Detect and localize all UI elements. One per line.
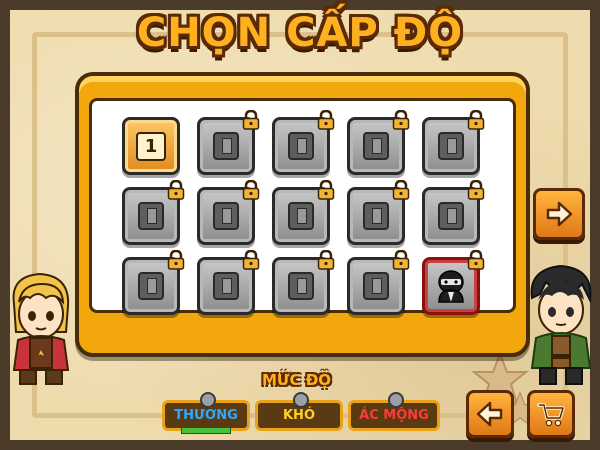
padlock-icon bbox=[317, 249, 335, 270]
level-tile-10[interactable] bbox=[422, 179, 485, 245]
padlock-icon bbox=[167, 249, 185, 270]
difficulty-normal-label: THƯỜNG bbox=[174, 408, 238, 423]
next-page-button[interactable] bbox=[533, 188, 585, 240]
shop-button[interactable] bbox=[527, 390, 575, 438]
locked-plate-icon bbox=[213, 202, 239, 230]
knob-icon bbox=[388, 392, 404, 408]
difficulty-hard-label: KHÓ bbox=[282, 408, 315, 423]
level-tile-9[interactable] bbox=[347, 179, 410, 245]
padlock-icon bbox=[392, 109, 410, 130]
locked-plate-icon bbox=[138, 202, 164, 230]
level-number-label: 1 bbox=[136, 131, 166, 161]
locked-plate-icon bbox=[288, 272, 314, 300]
locked-plate-icon bbox=[363, 272, 389, 300]
level-tile-boss[interactable] bbox=[422, 249, 485, 315]
knob-icon bbox=[200, 392, 216, 408]
level-tile-6[interactable] bbox=[122, 179, 185, 245]
difficulty-nightmare-button[interactable]: ÁC MỘNG bbox=[348, 392, 440, 431]
selected-indicator bbox=[181, 427, 231, 434]
locked-plate-icon bbox=[363, 202, 389, 230]
padlock-icon bbox=[392, 179, 410, 200]
padlock-icon bbox=[167, 179, 185, 200]
level-tile-4[interactable] bbox=[347, 109, 410, 175]
character-girl bbox=[12, 272, 70, 385]
locked-plate-icon bbox=[288, 132, 314, 160]
locked-plate-icon bbox=[438, 202, 464, 230]
arrow-right-icon bbox=[546, 201, 573, 227]
level-tile-1[interactable]: 1 bbox=[122, 117, 180, 175]
level-tile-3[interactable] bbox=[272, 109, 335, 175]
knob-icon bbox=[293, 392, 309, 408]
difficulty-label: MỨC ĐỘ bbox=[262, 371, 332, 389]
page-title: CHỌN CẤP ĐỘ bbox=[136, 10, 464, 56]
level-board: 1 bbox=[75, 72, 530, 357]
level-tile-7[interactable] bbox=[197, 179, 260, 245]
padlock-icon bbox=[242, 109, 260, 130]
padlock-icon bbox=[467, 249, 485, 270]
level-tile-13[interactable] bbox=[272, 249, 335, 315]
padlock-icon bbox=[242, 179, 260, 200]
locked-plate-icon bbox=[213, 272, 239, 300]
boss-ninja-icon bbox=[433, 268, 469, 304]
arrow-left-icon bbox=[476, 401, 503, 427]
difficulty-nightmare-label: ÁC MỘNG bbox=[359, 408, 429, 423]
locked-plate-icon bbox=[213, 132, 239, 160]
padlock-icon bbox=[467, 109, 485, 130]
level-tile-14[interactable] bbox=[347, 249, 410, 315]
padlock-icon bbox=[317, 179, 335, 200]
locked-plate-icon bbox=[363, 132, 389, 160]
level-tile-2[interactable] bbox=[197, 109, 260, 175]
level-tile-11[interactable] bbox=[122, 249, 185, 315]
level-number: 1 bbox=[125, 120, 177, 172]
locked-plate-icon bbox=[438, 132, 464, 160]
character-boy bbox=[530, 264, 592, 385]
padlock-icon bbox=[467, 179, 485, 200]
level-tile-12[interactable] bbox=[197, 249, 260, 315]
back-button[interactable] bbox=[466, 390, 514, 438]
padlock-icon bbox=[317, 109, 335, 130]
difficulty-hard-button[interactable]: KHÓ bbox=[255, 392, 343, 431]
level-grid: 1 bbox=[89, 98, 516, 315]
padlock-icon bbox=[242, 249, 260, 270]
shopping-cart-icon bbox=[537, 403, 565, 427]
difficulty-normal-button[interactable]: THƯỜNG bbox=[162, 392, 250, 434]
level-tile-8[interactable] bbox=[272, 179, 335, 245]
locked-plate-icon bbox=[288, 202, 314, 230]
locked-plate-icon bbox=[138, 272, 164, 300]
level-tile-5[interactable] bbox=[422, 109, 485, 175]
padlock-icon bbox=[392, 249, 410, 270]
